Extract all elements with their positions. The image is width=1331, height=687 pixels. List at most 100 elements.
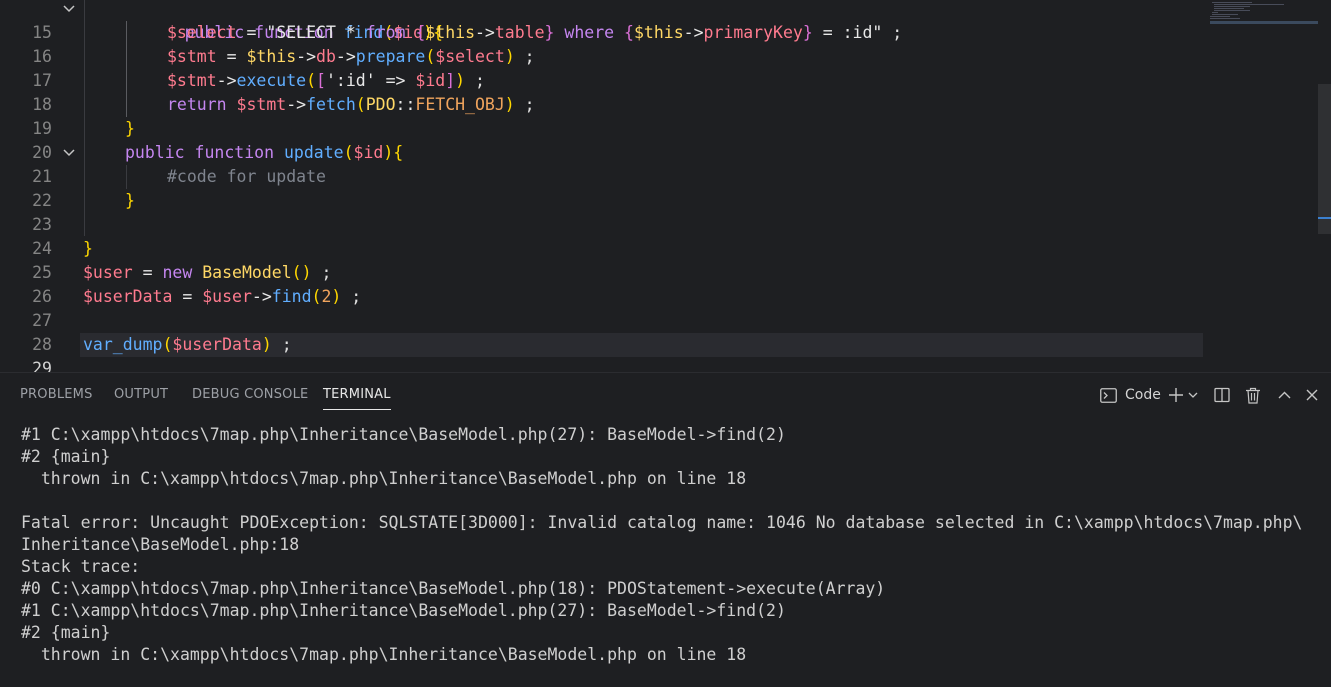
token-function: execute	[236, 71, 307, 90]
token-function: prepare	[355, 47, 426, 66]
code-line[interactable]: 16 $select = "SELECT * from {$this->tabl…	[0, 21, 1210, 66]
token-keyword: function	[194, 143, 275, 162]
token-operator: =	[236, 23, 267, 42]
token-sql-keyword: where	[554, 23, 625, 42]
token-punctuation: ;	[271, 335, 292, 354]
tab-debug-console[interactable]: DEBUG CONSOLE	[192, 387, 308, 402]
tab-problems[interactable]: PROBLEMS	[20, 387, 93, 402]
fold-chevron[interactable]	[62, 0, 76, 21]
plus-icon	[1169, 388, 1183, 402]
token-punctuation: ;	[465, 71, 485, 90]
token-operator: ->	[286, 95, 307, 114]
token-operator: ->	[216, 71, 237, 90]
token-punctuation: ;	[514, 47, 535, 66]
token-brace: }	[125, 119, 135, 138]
token-operator: ->	[251, 287, 272, 306]
token-function: fetch	[306, 95, 356, 114]
token-variable: $userData	[172, 335, 262, 354]
token-class: PDO	[365, 95, 396, 114]
close-panel-button[interactable]	[1306, 381, 1318, 409]
terminal-line: thrown in C:\xampp\htdocs\7map.php\Inher…	[21, 645, 747, 664]
code-line[interactable]: 22 #code for update	[0, 165, 1210, 210]
terminal-line: Fatal error: Uncaught PDOException: SQLS…	[21, 513, 1303, 532]
token-function: update	[283, 143, 344, 162]
token-sql-keyword: from	[365, 23, 406, 42]
token-operator: ->	[296, 47, 317, 66]
code-line[interactable]: 21 public function update($id){	[0, 141, 1210, 186]
token-operator: ->	[475, 23, 495, 42]
editor-scrollbar[interactable]	[1318, 84, 1331, 234]
chevron-up-icon	[1278, 391, 1291, 399]
line-number: 29	[32, 359, 52, 372]
close-icon	[1306, 389, 1318, 401]
token-operator: ->	[335, 47, 356, 66]
token-comment: #code for update	[167, 167, 326, 186]
token-operator: ->	[683, 23, 704, 42]
terminal-line: #1 C:\xampp\htdocs\7map.php\Inheritance\…	[21, 425, 786, 444]
token-variable: $select	[435, 47, 505, 66]
split-terminal-button[interactable]	[1214, 381, 1230, 409]
token-string: "	[872, 23, 883, 42]
code-line[interactable]: 24	[0, 213, 1210, 258]
chevron-down-icon	[1188, 392, 1198, 398]
chevron-down-icon	[63, 149, 75, 157]
code-line[interactable]: 18 $stmt->execute([':id' => $id]) ;	[0, 69, 1210, 114]
code-line[interactable]: 25 }	[0, 237, 1210, 282]
token-string: = :id	[812, 23, 873, 42]
token-operator: =	[216, 47, 247, 66]
token-function: var_dump	[83, 335, 163, 354]
code-line[interactable]: 19 return $stmt->fetch(PDO::FETCH_OBJ) ;	[0, 93, 1210, 138]
terminal-selector[interactable]: Code	[1100, 381, 1161, 409]
token-variable: $user	[202, 287, 252, 306]
terminal-dropdown-button[interactable]	[1188, 381, 1198, 409]
terminal-line: #2 {main}	[21, 623, 111, 642]
token-operator: ::	[395, 95, 416, 114]
terminal-name: Code	[1125, 387, 1161, 403]
kill-terminal-button[interactable]	[1245, 381, 1261, 409]
fold-chevron[interactable]	[62, 141, 76, 165]
token-punctuation: ;	[311, 263, 332, 282]
token-operator: =	[172, 287, 203, 306]
token-string: SELECT *	[276, 23, 366, 42]
code-editor[interactable]: 15 public function find($id){ 16 $select…	[0, 0, 1331, 372]
tab-output[interactable]: OUTPUT	[114, 387, 168, 402]
code-line[interactable]: 15 public function find($id){	[0, 0, 1210, 42]
token-property: table	[494, 23, 545, 42]
token-property: primaryKey	[703, 23, 803, 42]
terminal-line: #1 C:\xampp\htdocs\7map.php\Inheritance\…	[21, 601, 786, 620]
chevron-down-icon	[63, 5, 75, 13]
bottom-panel: PROBLEMS OUTPUT DEBUG CONSOLE TERMINAL C…	[0, 372, 1331, 687]
terminal-output[interactable]: #1 C:\xampp\htdocs\7map.php\Inheritance\…	[21, 424, 1321, 666]
token-punctuation: ;	[341, 287, 362, 306]
token-keyword: new	[162, 263, 193, 282]
tab-terminal[interactable]: TERMINAL	[323, 387, 391, 410]
token-property: db	[316, 47, 336, 66]
token-function: find	[271, 287, 312, 306]
minimap-slider[interactable]	[1210, 21, 1318, 24]
code-line[interactable]: 17 $stmt = $this->db->prepare($select) ;	[0, 45, 1210, 90]
token-punctuation: ;	[882, 23, 903, 42]
token-keyword: return	[167, 95, 227, 114]
code-line[interactable]: 28	[0, 309, 1210, 354]
token-operator: =	[132, 263, 163, 282]
terminal-line: thrown in C:\xampp\htdocs\7map.php\Inher…	[21, 469, 747, 488]
token-variable: $stmt	[167, 47, 217, 66]
token-variable: $id	[353, 143, 384, 162]
code-line[interactable]: 20 }	[0, 117, 1210, 162]
code-line-current[interactable]: 29 var_dump($userData) ;	[0, 333, 1210, 372]
minimap[interactable]	[1208, 0, 1320, 372]
token-operator: =>	[375, 71, 416, 90]
token-variable: $stmt	[236, 95, 287, 114]
code-line[interactable]: 26 $user = new BaseModel() ;	[0, 261, 1210, 306]
new-terminal-button[interactable]	[1168, 381, 1184, 409]
token-variable: $userData	[83, 287, 173, 306]
trash-icon	[1246, 387, 1260, 404]
terminal-line: #2 {main}	[21, 447, 111, 466]
token-brace: }	[83, 239, 93, 258]
maximize-panel-button[interactable]	[1278, 381, 1291, 409]
code-line[interactable]: 23 }	[0, 189, 1210, 234]
code-line[interactable]: 27 $userData = $user->find(2) ;	[0, 285, 1210, 330]
scrollbar-cursor-marker	[1318, 217, 1331, 219]
token-this: $this	[633, 23, 684, 42]
